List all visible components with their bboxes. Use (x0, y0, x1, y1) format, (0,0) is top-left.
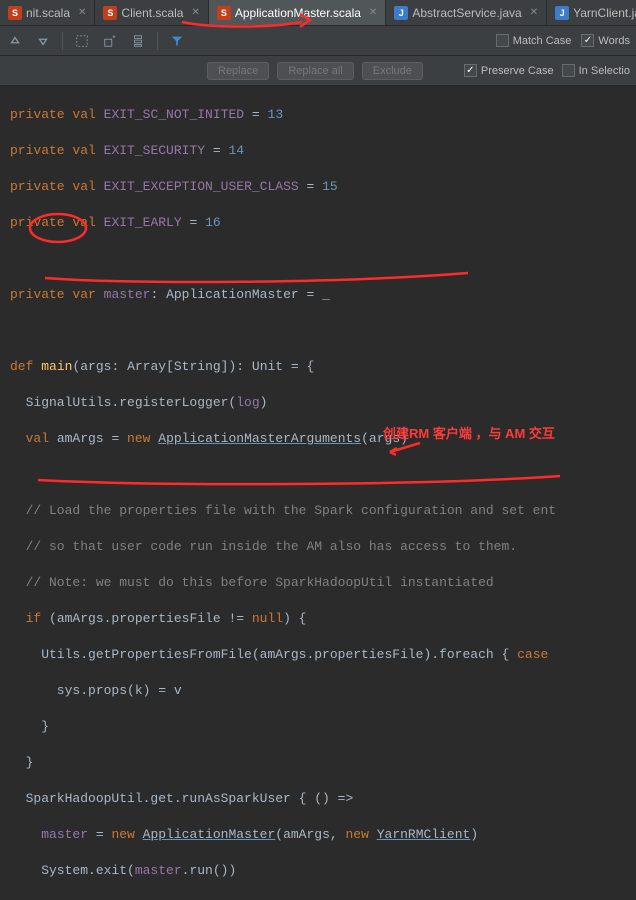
select-all-icon[interactable] (73, 32, 91, 50)
java-file-icon: J (394, 6, 408, 20)
tab-applicationmaster-scala[interactable]: S ApplicationMaster.scala ✕ (209, 0, 386, 25)
close-icon[interactable]: ✕ (530, 7, 538, 18)
checkbox-box (562, 64, 575, 77)
tab-label: nit.scala (26, 6, 70, 20)
separator (157, 32, 158, 50)
tab-abstractservice-java[interactable]: J AbstractService.java ✕ (386, 0, 547, 25)
checkbox-box: ✓ (581, 34, 594, 47)
code-editor[interactable]: private val EXIT_SC_NOT_INITED = 13 priv… (0, 86, 636, 900)
find-toolbar: Match Case ✓ Words (0, 26, 636, 56)
tab-nit-scala[interactable]: S nit.scala ✕ (0, 0, 95, 25)
tab-label: ApplicationMaster.scala (235, 6, 361, 20)
java-file-icon: J (555, 6, 569, 20)
replace-all-button[interactable]: Replace all (277, 62, 353, 80)
close-icon[interactable]: ✕ (369, 7, 377, 18)
scala-file-icon: S (217, 6, 231, 20)
replace-toolbar: Replace Replace all Exclude ✓ Preserve C… (0, 56, 636, 86)
preserve-case-checkbox[interactable]: ✓ Preserve Case (464, 64, 554, 77)
filter-icon[interactable] (168, 32, 186, 50)
checkbox-label: Preserve Case (481, 65, 554, 77)
checkbox-box: ✓ (464, 64, 477, 77)
scala-file-icon: S (103, 6, 117, 20)
tab-client-scala[interactable]: S Client.scala ✕ (95, 0, 208, 25)
close-icon[interactable]: ✕ (191, 7, 199, 18)
match-case-checkbox[interactable]: Match Case (496, 34, 572, 47)
editor-tabs: S nit.scala ✕ S Client.scala ✕ S Applica… (0, 0, 636, 26)
replace-button[interactable]: Replace (207, 62, 269, 80)
in-selection-checkbox[interactable]: In Selectio (562, 64, 630, 77)
words-checkbox[interactable]: ✓ Words (581, 34, 630, 47)
occurrences-icon[interactable] (129, 32, 147, 50)
checkbox-label: Words (598, 35, 630, 47)
next-match-icon[interactable] (34, 32, 52, 50)
close-icon[interactable]: ✕ (78, 7, 86, 18)
tab-label: YarnClient.jav (573, 6, 636, 20)
exclude-button[interactable]: Exclude (362, 62, 423, 80)
checkbox-box (496, 34, 509, 47)
tab-label: AbstractService.java (412, 6, 521, 20)
tab-label: Client.scala (121, 6, 183, 20)
checkbox-label: Match Case (513, 35, 572, 47)
separator (62, 32, 63, 50)
checkbox-label: In Selectio (579, 65, 630, 77)
add-selection-icon[interactable] (101, 32, 119, 50)
prev-match-icon[interactable] (6, 32, 24, 50)
scala-file-icon: S (8, 6, 22, 20)
tab-yarnclient-java[interactable]: J YarnClient.jav (547, 0, 636, 25)
